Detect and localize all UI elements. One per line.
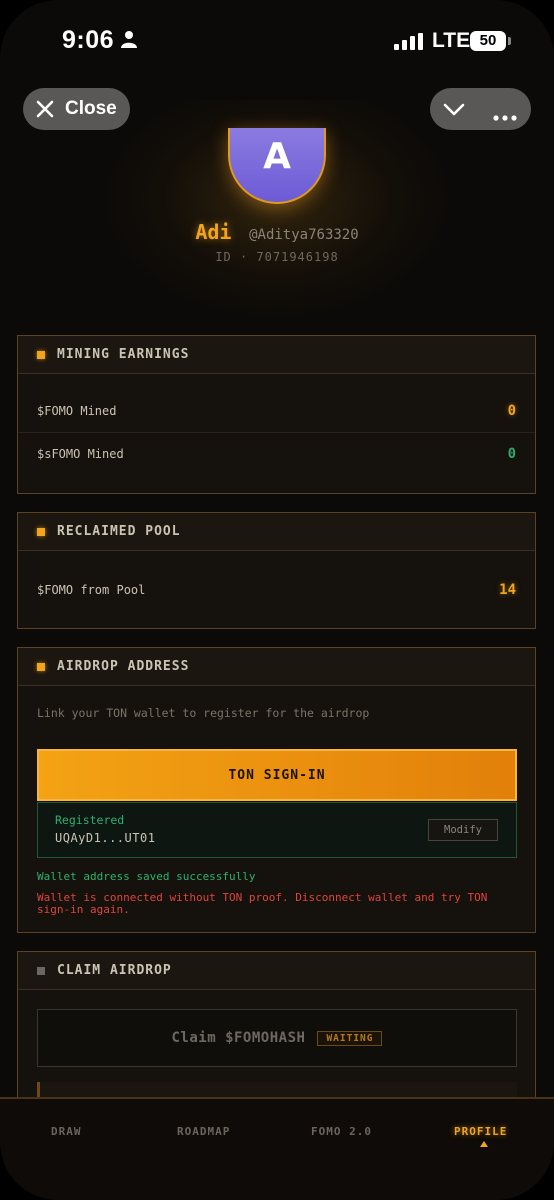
card-header: CLAIM AIRDROP <box>18 952 535 990</box>
close-icon <box>35 99 55 119</box>
error-message: Wallet is connected without TON proof. D… <box>37 891 488 916</box>
battery-icon: 50 <box>470 31 506 51</box>
row-value: 0 <box>507 403 516 419</box>
network-type: LTE <box>432 29 471 52</box>
nav-item-fomo-2[interactable]: FOMO 2.0 <box>311 1125 372 1138</box>
user-id: ID · 7071946198 <box>215 250 339 264</box>
card-title: RECLAIMED POOL <box>57 524 181 539</box>
card-header: MINING EARNINGS <box>18 336 535 374</box>
success-message: Wallet address saved successfully <box>37 870 256 883</box>
wallet-address: UQAyD1...UT01 <box>55 831 156 845</box>
status-badge: WAITING <box>317 1030 383 1046</box>
nav-item-draw[interactable]: DRAW <box>51 1125 82 1138</box>
signal-icon <box>394 33 424 55</box>
status-time: 9:06 <box>62 26 115 54</box>
list-item: $sFOMO Mined 0 <box>18 432 535 474</box>
claim-button[interactable]: Claim $FOMOHASH WAITING <box>37 1009 517 1067</box>
square-bullet-icon <box>37 527 45 536</box>
list-item: $FOMO Mined 0 <box>18 390 535 432</box>
battery-tip <box>508 37 511 45</box>
bottom-nav: DRAW ROADMAP FOMO 2.0 PROFILE <box>0 1097 554 1200</box>
airdrop-description: Link your TON wallet to register for the… <box>37 706 370 720</box>
ton-sign-in-button[interactable]: TON SIGN-IN <box>37 749 517 801</box>
card-title: MINING EARNINGS <box>57 347 190 362</box>
square-bullet-icon <box>37 662 45 671</box>
card-header: AIRDROP ADDRESS <box>18 648 535 686</box>
active-indicator-icon <box>480 1141 488 1147</box>
card-header: RECLAIMED POOL <box>18 513 535 551</box>
username: @Aditya763320 <box>249 227 359 243</box>
row-value: 0 <box>507 445 516 462</box>
claim-label: Claim $FOMOHASH <box>171 1030 306 1046</box>
modify-button[interactable]: Modify <box>428 819 498 841</box>
reclaimed-pool-card: RECLAIMED POOL $FOMO from Pool 14 <box>17 512 536 629</box>
registered-wallet-box: Registered UQAyD1...UT01 Modify <box>37 802 517 858</box>
list-item: $FOMO from Pool 14 <box>18 569 535 611</box>
square-bullet-icon <box>37 966 45 975</box>
row-value: 14 <box>499 582 516 598</box>
card-title: CLAIM AIRDROP <box>57 963 172 978</box>
registered-label: Registered <box>55 813 125 827</box>
nav-item-roadmap[interactable]: ROADMAP <box>177 1125 230 1138</box>
square-bullet-icon <box>37 350 45 359</box>
airdrop-address-card: AIRDROP ADDRESS Link your TON wallet to … <box>17 647 536 933</box>
profile-name-row: Adi @Aditya763320 <box>0 220 554 244</box>
more-options-icon[interactable] <box>493 106 517 125</box>
mining-earnings-card: MINING EARNINGS $FOMO Mined 0 $sFOMO Min… <box>17 335 536 494</box>
display-name: Adi <box>195 220 232 244</box>
person-icon <box>120 30 138 53</box>
status-bar: 9:06 LTE 50 <box>0 0 554 80</box>
row-label: $FOMO Mined <box>37 404 117 418</box>
nav-item-profile[interactable]: PROFILE <box>454 1125 507 1138</box>
row-label: $sFOMO Mined <box>37 446 124 461</box>
card-title: AIRDROP ADDRESS <box>57 659 190 674</box>
phone-screen: 9:06 LTE 50 Close A Adi @Aditya763320 ID… <box>0 0 554 1200</box>
row-label: $FOMO from Pool <box>37 583 146 597</box>
